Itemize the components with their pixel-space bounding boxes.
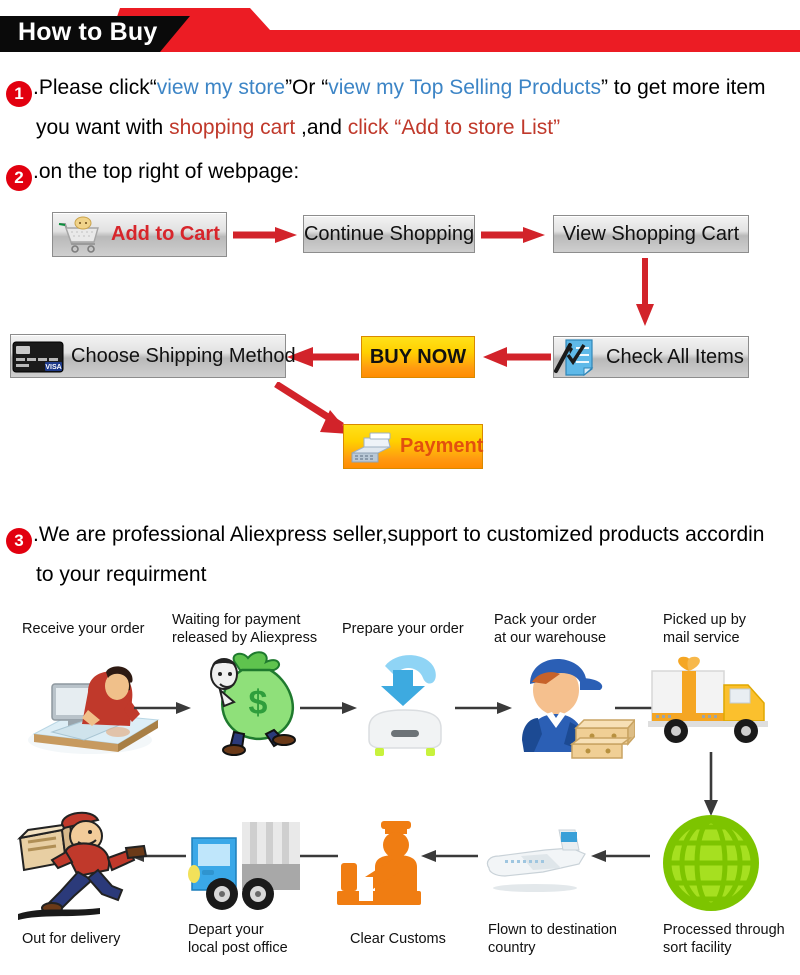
view-shopping-cart-label: View Shopping Cart <box>562 222 740 245</box>
flow-label-waiting-for-payment: Waiting for payment released by Aliexpre… <box>172 612 318 646</box>
choose-shipping-method-button[interactable]: VISA Choose Shipping Method <box>10 334 296 378</box>
green-globe-icon <box>663 815 759 911</box>
step-1-t1: .Please click“ <box>33 76 157 99</box>
arrow-cart-to-continue <box>233 227 297 243</box>
arrow-continue-to-viewcart <box>481 227 545 243</box>
step-1-t5: ,and <box>295 116 348 139</box>
running-courier-icon <box>16 811 148 920</box>
arrow-flow-3 <box>455 702 512 714</box>
delivery-truck-gift-icon <box>648 656 768 743</box>
flow-label-processed-sort-facility: Processed through sort facility <box>663 922 785 956</box>
download-arrow-icon <box>368 655 442 756</box>
flow-label-depart-local-post-office: Depart your local post office <box>188 922 288 956</box>
step-3-line-1: 3 .We are professional Aliexpress seller,… <box>6 515 764 555</box>
emphasis-add-to-store-list: click “Add to store List” <box>347 116 561 139</box>
checklist-pen-icon <box>554 339 594 377</box>
step-1-t4: you want with <box>36 116 170 139</box>
step-2-number: 2 <box>6 165 32 191</box>
buy-now-label: BUY NOW <box>369 345 467 368</box>
arrow-flow-top-to-bottom <box>704 752 718 816</box>
add-to-cart-button[interactable]: Add to Cart <box>52 212 227 257</box>
arrow-checkitems-to-buynow <box>483 347 551 367</box>
how-to-buy-page: How to Buy 1 .Please click“view my store”… <box>0 0 800 975</box>
check-all-items-label: Check All Items <box>606 345 744 368</box>
check-all-items-button[interactable]: Check All Items <box>553 336 749 378</box>
credit-card-visa-icon: VISA <box>12 341 64 373</box>
payment-label: Payment <box>400 435 484 457</box>
airplane-icon <box>486 829 586 892</box>
continue-shopping-label: Continue Shopping <box>303 222 475 245</box>
arrow-flow-2 <box>300 702 357 714</box>
banner-red-shape <box>105 8 800 52</box>
step-1-line-1: 1 .Please click“view my store”Or “view my… <box>6 68 766 108</box>
customs-officer-icon <box>337 821 421 905</box>
flow-label-receive-your-order: Receive your order <box>22 621 145 637</box>
blue-truck-icon <box>188 822 300 910</box>
choose-shipping-method-label: Choose Shipping Method <box>71 344 296 367</box>
step-1-line-2: you want with shopping cart ,and click “… <box>36 108 560 148</box>
step-1-t2: ”Or “ <box>285 76 329 99</box>
flow-label-flown-to-destination: Flown to destination country <box>488 922 617 956</box>
flow-label-prepare-your-order: Prepare your order <box>342 621 464 637</box>
step-1-t3: ” to get more item <box>600 76 766 99</box>
arrow-flow-1 <box>134 702 191 714</box>
buy-now-button[interactable]: BUY NOW <box>361 336 475 378</box>
flow-label-picked-up-by-mail: Picked up by mail service <box>663 612 747 646</box>
step-3-text-2: to your requirment <box>36 563 207 586</box>
svg-text:$: $ <box>249 684 268 722</box>
shopping-cart-icon <box>58 216 99 253</box>
page-title: How to Buy <box>18 18 158 46</box>
step-2-line-1: 2 .on the top right of webpage: <box>6 152 299 192</box>
arrow-flow-5 <box>591 850 650 862</box>
flow-label-pack-your-order: Pack your order at our warehouse <box>494 612 607 646</box>
step-1-number: 1 <box>6 81 32 107</box>
view-shopping-cart-button[interactable]: View Shopping Cart <box>553 215 749 253</box>
step-3-line-2: to your requirment <box>36 555 206 595</box>
money-bag-icon: $ <box>210 651 296 756</box>
step-2-text: .on the top right of webpage: <box>33 160 300 183</box>
flow-label-out-for-delivery: Out for delivery <box>22 931 121 947</box>
step-3-text-1: .We are professional Aliexpress seller,s… <box>33 523 765 546</box>
page-banner: How to Buy <box>0 8 800 52</box>
step-3-number: 3 <box>6 528 32 554</box>
svg-text:VISA: VISA <box>45 364 61 371</box>
emphasis-shopping-cart: shopping cart <box>169 116 296 139</box>
flow-label-clear-customs: Clear Customs <box>350 931 446 947</box>
payment-button[interactable]: Payment <box>343 424 483 469</box>
continue-shopping-button[interactable]: Continue Shopping <box>303 215 475 253</box>
link-view-my-top-selling-products[interactable]: view my Top Selling Products <box>328 76 601 99</box>
add-to-cart-label: Add to Cart <box>111 223 220 245</box>
cash-register-icon <box>351 432 391 462</box>
link-view-my-store[interactable]: view my store <box>157 76 285 99</box>
arrow-viewcart-to-checkitems <box>636 258 654 326</box>
